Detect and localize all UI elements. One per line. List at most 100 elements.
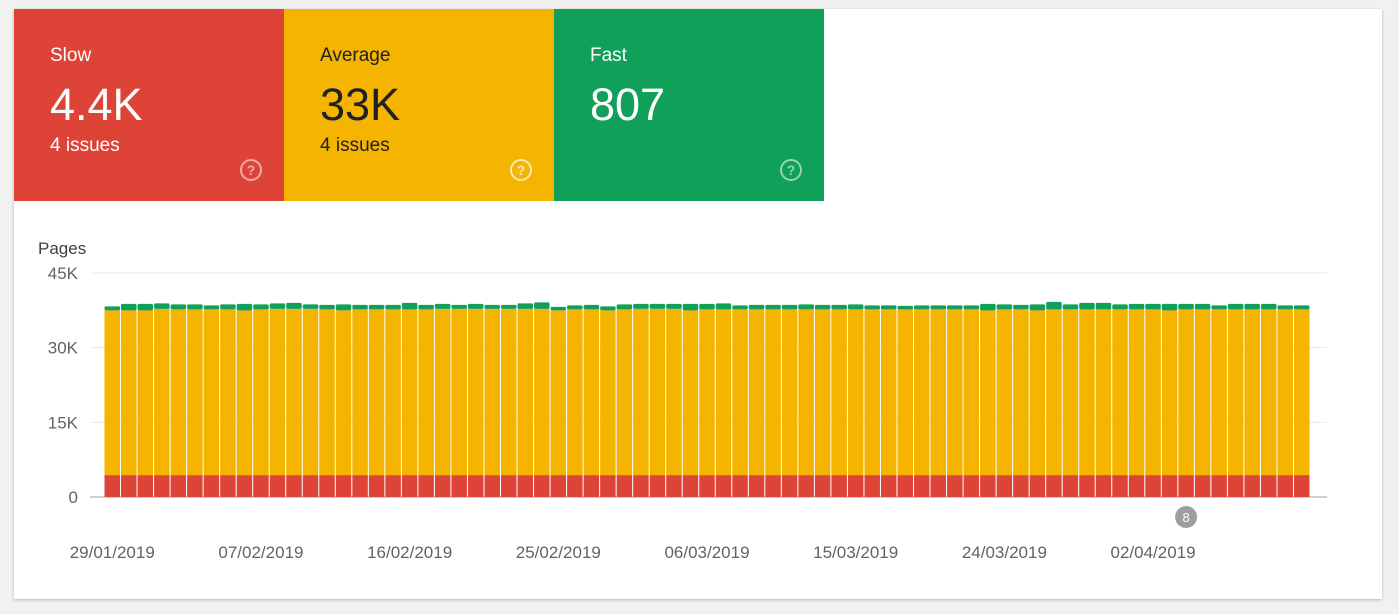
bar-average (121, 310, 137, 476)
bar-fast (1211, 305, 1227, 310)
bar-average (220, 309, 236, 476)
bar-slow (385, 475, 401, 497)
bar-average (1046, 309, 1062, 476)
bar-fast (154, 303, 170, 309)
bar-slow (996, 475, 1013, 497)
tile-average[interactable]: Average 33K 4 issues ? (284, 9, 554, 201)
bar-slow (798, 475, 814, 497)
bar-slow (368, 475, 385, 497)
bar-fast (980, 303, 996, 311)
bar-fast (1178, 303, 1194, 310)
question-circle-icon[interactable]: ? (240, 159, 262, 181)
bar-slow (633, 475, 649, 497)
bar-slow (682, 475, 699, 497)
bar-fast (1112, 304, 1128, 310)
bar-fast (517, 303, 534, 309)
bar-slow (947, 475, 963, 497)
bar-fast (1128, 303, 1145, 310)
tile-slow-value: 4.4K (50, 79, 143, 130)
bar-average (831, 309, 847, 476)
bar-slow (1260, 475, 1277, 497)
bar-fast (897, 305, 914, 310)
bar-average (1145, 309, 1161, 476)
bar-average (600, 310, 616, 476)
bar-fast (781, 304, 798, 310)
bar-slow (418, 475, 434, 497)
bar-average (434, 308, 451, 476)
x-tick-label: 25/02/2019 (516, 543, 601, 562)
bar-average (1178, 309, 1194, 476)
bar-average (484, 308, 500, 476)
bar-average (649, 308, 666, 476)
bar-average (699, 309, 715, 476)
bar-average (302, 308, 319, 476)
bar-slow (864, 475, 880, 497)
bar-slow (335, 475, 352, 497)
bar-slow (1178, 475, 1194, 497)
tile-average-issues: 4 issues (320, 135, 390, 156)
bar-slow (814, 475, 831, 497)
bar-fast (814, 304, 831, 310)
bar-fast (170, 304, 187, 310)
bar-fast (335, 304, 352, 311)
y-tick-label: 45K (48, 264, 79, 283)
bar-average (1128, 309, 1145, 476)
bar-fast (1095, 302, 1112, 310)
bar-slow (401, 475, 418, 497)
bar-slow (253, 475, 269, 497)
bar-average (352, 309, 368, 476)
bar-slow (269, 475, 286, 497)
bar-slow (781, 475, 798, 497)
bar-slow (154, 475, 170, 497)
bar-fast (864, 305, 880, 310)
bar-slow (1112, 475, 1128, 497)
bar-slow (897, 475, 914, 497)
bar-average (550, 310, 567, 476)
x-tick-label: 24/03/2019 (962, 543, 1047, 562)
tile-slow-issues: 4 issues (50, 135, 120, 156)
bar-slow (352, 475, 368, 497)
bar-fast (831, 304, 847, 310)
bar-average (880, 309, 897, 476)
bar-slow (170, 475, 187, 497)
bar-average (1029, 310, 1046, 476)
x-tick-label: 15/03/2019 (813, 543, 898, 562)
bar-fast (484, 304, 500, 309)
bar-fast (930, 305, 947, 310)
bar-fast (1260, 303, 1277, 310)
bar-average (517, 308, 534, 476)
bar-slow (236, 475, 253, 497)
bar-fast (1194, 303, 1211, 310)
bar-slow (286, 475, 302, 497)
y-tick-label: 0 (69, 488, 78, 507)
bar-slow (1029, 475, 1046, 497)
tile-fast-label: Fast (590, 45, 627, 66)
bar-slow (699, 475, 715, 497)
bar-fast (269, 303, 286, 309)
question-circle-icon[interactable]: ? (510, 159, 532, 181)
bar-fast (633, 303, 649, 309)
bar-fast (1244, 303, 1260, 310)
bar-average (1194, 309, 1211, 476)
y-tick-label: 15K (48, 413, 79, 432)
bar-fast (798, 304, 814, 310)
bar-slow (1079, 475, 1095, 497)
bar-slow (980, 475, 996, 497)
bar-fast (104, 306, 121, 311)
bar-fast (600, 306, 616, 311)
question-circle-icon[interactable]: ? (780, 159, 802, 181)
bar-fast (534, 302, 550, 309)
bar-fast (1293, 305, 1310, 310)
bar-average (385, 309, 401, 476)
y-tick-label: 30K (48, 339, 79, 358)
bar-average (682, 310, 699, 476)
bar-average (947, 309, 963, 476)
bar-fast (385, 304, 401, 310)
bar-fast (550, 306, 567, 311)
bar-average (1260, 309, 1277, 476)
tile-slow[interactable]: Slow 4.4K 4 issues ? (14, 9, 284, 201)
bar-fast (467, 303, 484, 309)
tile-fast[interactable]: Fast 807 ? (554, 9, 824, 201)
bar-fast (1145, 303, 1161, 310)
tile-fast-value: 807 (590, 79, 666, 130)
